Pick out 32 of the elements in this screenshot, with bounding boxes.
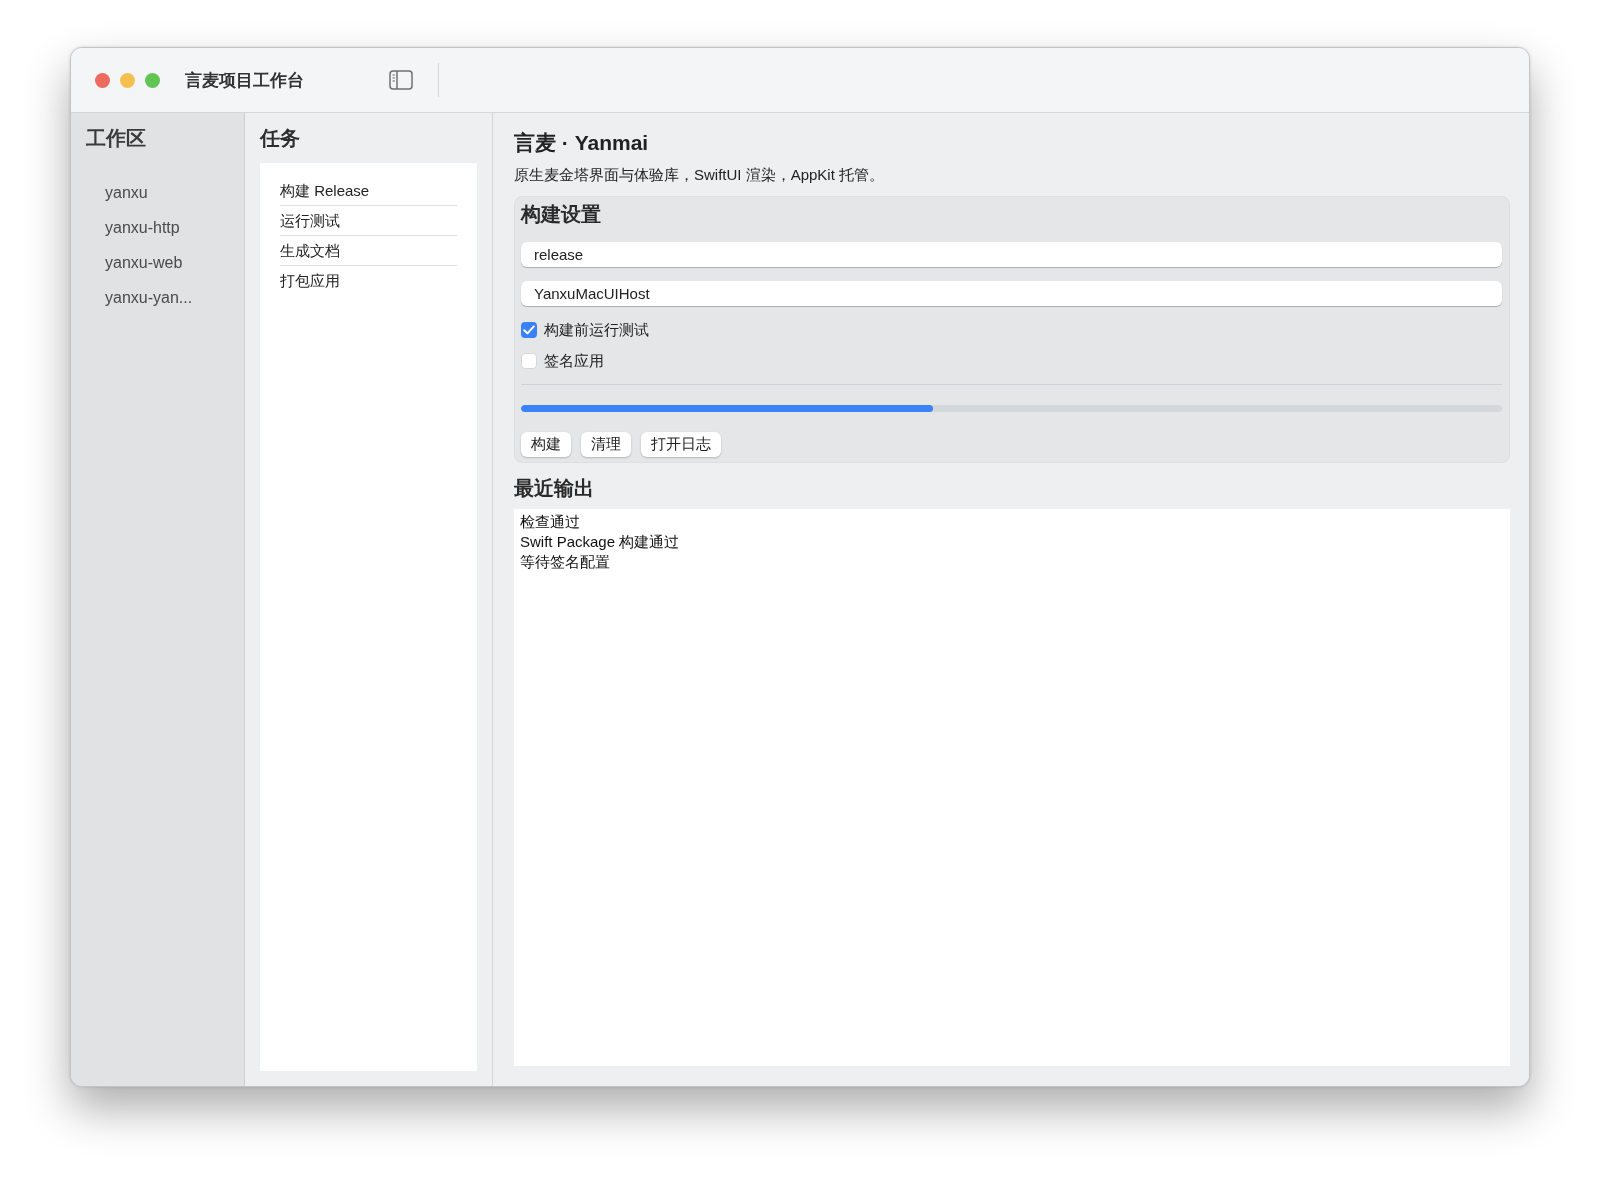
sidebar-item[interactable]: yanxu [86, 175, 244, 210]
task-item[interactable]: 运行测试 [280, 206, 457, 236]
sidebar-toggle-icon[interactable] [389, 70, 413, 90]
output-line: 检查通过 [520, 512, 581, 532]
text-field[interactable]: YanxuMacUIHost [521, 281, 1502, 306]
output-heading: 最近输出 [514, 476, 595, 501]
text-field[interactable]: release [521, 242, 1502, 267]
task-item[interactable]: 构建 Release [280, 176, 457, 206]
minimize-button[interactable] [120, 72, 135, 88]
sidebar-item[interactable]: yanxu-http [86, 210, 244, 245]
checkbox-label: 签名应用 [544, 351, 604, 371]
zoom-button[interactable] [145, 72, 160, 88]
settings-heading: 构建设置 [521, 202, 602, 227]
close-button[interactable] [95, 72, 110, 88]
sidebar-heading: 工作区 [86, 126, 147, 150]
checkbox[interactable] [521, 353, 537, 369]
task-item[interactable]: 生成文档 [280, 236, 457, 266]
output-line: 等待签名配置 [520, 552, 611, 572]
window-title: 言麦项目工作台 [185, 69, 304, 92]
action-button[interactable]: 打开日志 [641, 432, 721, 457]
sidebar-item[interactable]: yanxu-yan... [86, 280, 244, 315]
task-item[interactable]: 打包应用 [280, 266, 457, 295]
sidebar-item[interactable]: yanxu-web [86, 245, 244, 280]
checkbox-label: 构建前运行测试 [544, 320, 649, 340]
checkbox[interactable] [521, 322, 537, 338]
action-button[interactable]: 构建 [521, 432, 571, 457]
page-title: 言麦 · Yanmai [514, 130, 650, 156]
action-button[interactable]: 清理 [581, 432, 631, 457]
tasks-heading: 任务 [260, 126, 301, 150]
output-line: Swift Package 构建通过 [520, 532, 681, 552]
checkmark-icon [523, 325, 535, 335]
page-subtitle: 原生麦金塔界面与体验库，SwiftUI 渲染，AppKit 托管。 [514, 165, 886, 185]
